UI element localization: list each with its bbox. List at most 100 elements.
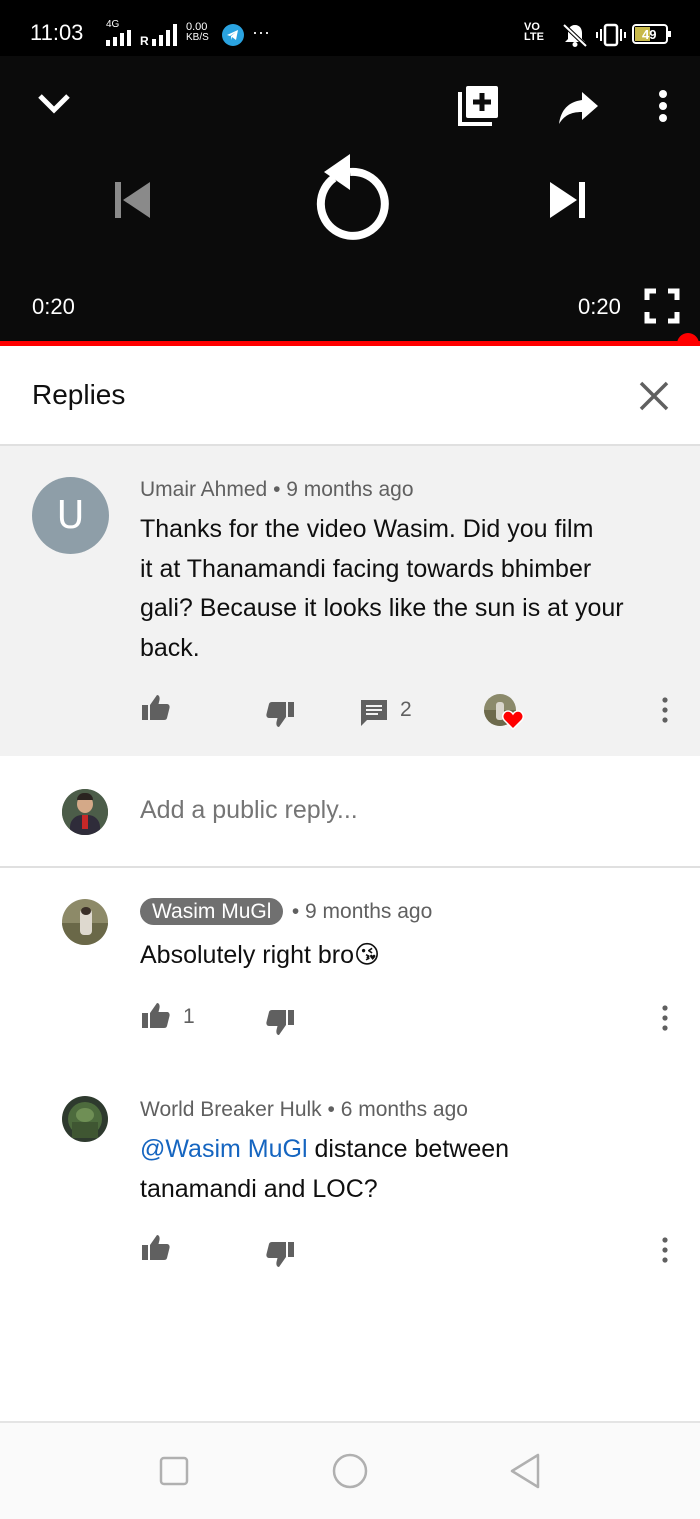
previous-button[interactable] xyxy=(110,178,154,222)
status-bar: 11:03 4G R 0.00 KB/S ··· VO LTE 49 xyxy=(0,0,700,56)
volte-icon: VO LTE xyxy=(524,22,544,43)
heart-icon xyxy=(502,710,524,730)
comment-line: Thanks for the video Wasim. Did you film xyxy=(140,515,594,543)
replay-button[interactable] xyxy=(306,148,394,244)
thumbs-down-icon xyxy=(266,1010,294,1035)
like-button[interactable] xyxy=(140,1232,172,1269)
next-button[interactable] xyxy=(546,178,590,222)
avatar[interactable] xyxy=(62,899,108,945)
reply-meta: World Breaker Hulk • 6 months ago xyxy=(140,1098,468,1122)
reply-input[interactable] xyxy=(140,796,660,825)
comment-line: it at Thanamandi facing towards bhimber xyxy=(140,554,592,583)
skip-previous-icon xyxy=(115,182,150,218)
avatar[interactable]: U xyxy=(32,477,109,554)
vibrate-icon xyxy=(596,22,626,53)
thumbs-down-icon xyxy=(266,1242,294,1267)
like-button[interactable] xyxy=(140,1000,172,1037)
home-button[interactable] xyxy=(328,1449,372,1493)
reply-count-button[interactable] xyxy=(358,696,390,733)
circle-icon xyxy=(332,1453,368,1489)
kissing-emoji: 😘 xyxy=(354,941,381,969)
like-button[interactable] xyxy=(140,692,172,729)
skip-next-icon xyxy=(550,182,585,218)
minimize-button[interactable] xyxy=(30,80,78,128)
net-speed: 0.00 KB/S xyxy=(186,22,209,43)
comment-line: gali? Because it looks like the sun is a… xyxy=(140,594,624,622)
square-icon xyxy=(159,1456,189,1486)
like-count: 1 xyxy=(183,1005,195,1028)
reply-menu-button[interactable] xyxy=(652,1234,678,1266)
more-vert-icon xyxy=(662,697,668,723)
signal-roaming-icon: R xyxy=(140,24,180,48)
reply-body: distance between xyxy=(307,1135,510,1163)
comment-menu-button[interactable] xyxy=(652,694,678,726)
more-notifications-icon: ··· xyxy=(252,22,270,42)
comment-text: Thanks for the video Wasim. Did you film… xyxy=(140,510,680,668)
mention-link[interactable]: @Wasim MuGl xyxy=(140,1135,308,1163)
thumbs-up-icon xyxy=(142,1003,170,1028)
duration-time: 0:20 xyxy=(578,294,621,319)
creator-heart-badge xyxy=(484,694,526,734)
back-triangle-icon xyxy=(510,1453,540,1489)
replies-header: Replies xyxy=(0,346,700,446)
reply-body: Absolutely right bro xyxy=(140,941,355,969)
share-button[interactable] xyxy=(556,84,602,130)
system-nav-bar xyxy=(0,1421,700,1519)
comment-age: • 9 months ago xyxy=(273,478,414,501)
reply-text: @Wasim MuGl distance between tanamandi a… xyxy=(140,1130,680,1209)
reply-count: 2 xyxy=(400,698,412,721)
replay-icon xyxy=(316,154,389,240)
thumbs-down-icon xyxy=(266,702,294,727)
fullscreen-icon xyxy=(644,288,680,324)
thumbs-up-icon xyxy=(142,1235,170,1260)
playlist-add-icon xyxy=(458,86,498,126)
recents-button[interactable] xyxy=(154,1451,194,1491)
close-button[interactable] xyxy=(632,374,676,418)
panel-title: Replies xyxy=(32,379,126,410)
roaming-label: R xyxy=(140,34,149,48)
more-vert-icon xyxy=(662,1005,668,1031)
add-reply-row xyxy=(0,756,700,868)
video-player[interactable]: 0:20 0:20 xyxy=(0,56,700,344)
comment-author[interactable]: Umair Ahmed xyxy=(140,478,267,501)
add-to-playlist-button[interactable] xyxy=(456,82,502,128)
net-type-label: 4G xyxy=(106,19,120,30)
battery-level: 49 xyxy=(642,27,657,42)
close-icon xyxy=(639,381,669,411)
comment-meta: Umair Ahmed • 9 months ago xyxy=(140,478,414,502)
parent-comment: U Umair Ahmed • 9 months ago Thanks for … xyxy=(0,446,700,756)
bell-muted-icon xyxy=(560,22,590,53)
more-vert-icon xyxy=(659,90,667,122)
dislike-button[interactable] xyxy=(264,1006,296,1043)
fullscreen-button[interactable] xyxy=(644,288,680,324)
reply-age: • 9 months ago xyxy=(291,900,433,923)
avatar[interactable] xyxy=(62,1096,108,1142)
creator-author-chip[interactable]: Wasim MuGl xyxy=(140,898,284,925)
dislike-button[interactable] xyxy=(264,1238,296,1275)
reply-item: World Breaker Hulk • 6 months ago @Wasim… xyxy=(0,1064,700,1294)
reply-age: • 6 months ago xyxy=(327,1098,468,1121)
comment-icon xyxy=(361,700,387,726)
signal-4g-icon: 4G xyxy=(104,20,136,46)
more-vert-icon xyxy=(662,1237,668,1263)
battery-icon: 49 xyxy=(632,24,671,44)
net-speed-value: 0.00 xyxy=(186,21,208,33)
reply-body-line2: tanamandi and LOC? xyxy=(140,1174,378,1203)
comment-line: back. xyxy=(140,633,200,662)
status-time: 11:03 xyxy=(30,20,84,45)
more-options-button[interactable] xyxy=(650,84,676,130)
volte-bottom: LTE xyxy=(524,31,544,43)
reply-meta: Wasim MuGl • 9 months ago xyxy=(140,898,433,925)
chevron-down-icon xyxy=(38,94,70,114)
back-button[interactable] xyxy=(504,1451,548,1491)
reply-item: Wasim MuGl • 9 months ago Absolutely rig… xyxy=(0,868,700,1058)
reply-menu-button[interactable] xyxy=(652,1002,678,1034)
telegram-icon xyxy=(222,24,244,46)
share-arrow-icon xyxy=(559,92,598,124)
reply-author[interactable]: World Breaker Hulk xyxy=(140,1098,322,1121)
net-speed-unit: KB/S xyxy=(186,32,209,43)
reply-text: Absolutely right bro😘 xyxy=(140,936,380,976)
user-avatar xyxy=(62,789,108,835)
dislike-button[interactable] xyxy=(264,698,296,735)
thumbs-up-icon xyxy=(142,695,170,720)
